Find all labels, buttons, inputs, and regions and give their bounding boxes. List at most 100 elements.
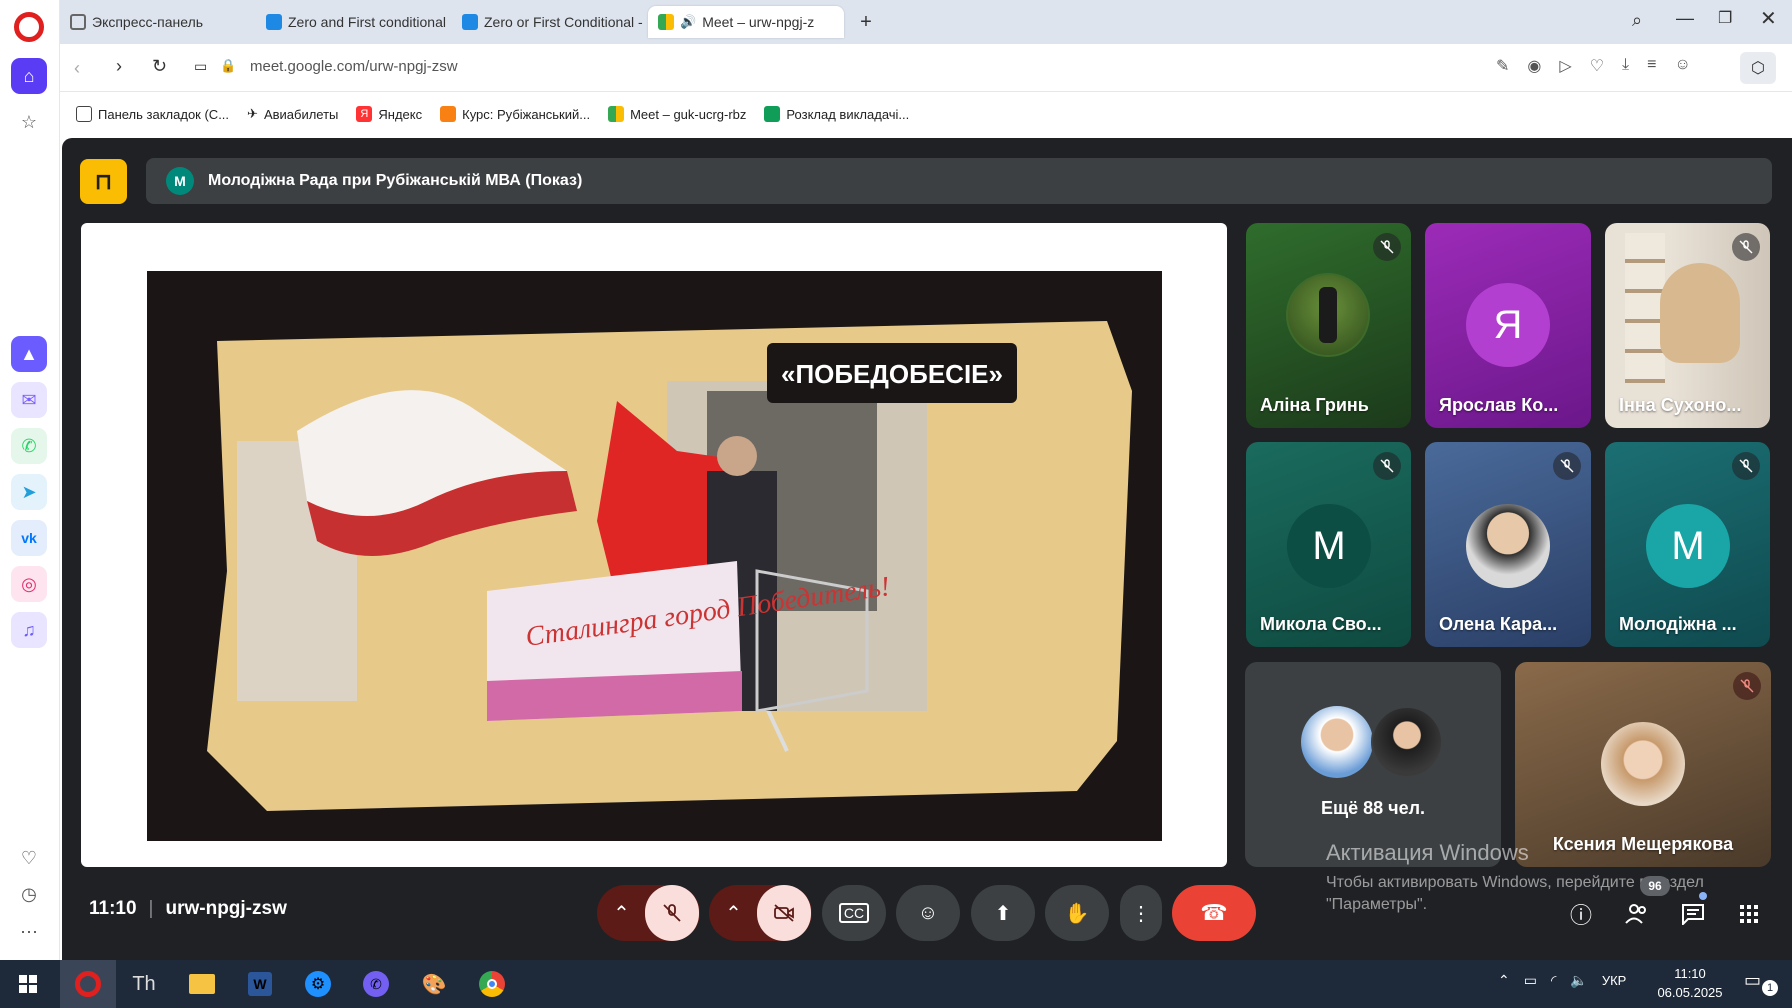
bookmark-label: Панель закладок (С...: [98, 106, 230, 122]
bookmark-course[interactable]: Курс: Рубіжанський...: [440, 106, 590, 122]
participant-tile-mykola[interactable]: М Микола Сво...: [1246, 442, 1411, 647]
wifi-icon[interactable]: ◜: [1551, 972, 1556, 989]
instagram-icon[interactable]: ◎: [11, 566, 47, 602]
search-tabs-icon[interactable]: ⌕: [1632, 10, 1642, 31]
camera-control: ⌃: [709, 885, 812, 941]
more-participants-tile[interactable]: Ещё 88 чел.: [1245, 662, 1501, 867]
reload-button[interactable]: ↻: [152, 56, 167, 77]
heart-icon[interactable]: ♡: [11, 840, 47, 876]
new-tab-button[interactable]: +: [856, 12, 876, 32]
opera-taskbar-icon[interactable]: [60, 960, 116, 1008]
meeting-info: 11:10 | urw-npgj-zsw: [89, 898, 287, 920]
history-icon[interactable]: ◷: [11, 876, 47, 912]
heart-icon[interactable]: ♡: [1590, 56, 1604, 76]
divider: |: [148, 898, 154, 919]
mic-off-button[interactable]: [644, 885, 699, 941]
participant-avatar: [1466, 504, 1550, 588]
aria-icon[interactable]: ▲: [11, 336, 47, 372]
thonny-icon[interactable]: Th: [120, 960, 168, 1008]
raise-hand-button[interactable]: ✋: [1045, 885, 1109, 941]
telegram-icon[interactable]: ➤: [11, 474, 47, 510]
forward-button[interactable]: ›: [116, 56, 122, 77]
tab-meet[interactable]: 🔊 Meet – urw-npgj-z: [648, 6, 844, 38]
bookmark-aviabilety[interactable]: ✈ Авиабилеты: [247, 106, 338, 122]
participant-tile-inna[interactable]: Інна Сухоно...: [1605, 223, 1770, 428]
volume-icon[interactable]: 🔈: [1570, 972, 1587, 989]
vk-icon[interactable]: vk: [11, 520, 47, 556]
mic-off-icon: [1373, 452, 1401, 480]
easy-setup-icon[interactable]: ≡: [1647, 56, 1656, 76]
bookmark-yandex[interactable]: Я Яндекс: [356, 106, 422, 122]
star-icon[interactable]: ☆: [11, 104, 47, 140]
watermark-title: Активация Windows: [1326, 840, 1529, 865]
emoji-button[interactable]: ☺: [896, 885, 960, 941]
mic-options-chevron-icon[interactable]: ⌃: [599, 901, 645, 926]
captions-button[interactable]: CC: [822, 885, 886, 941]
present-button[interactable]: ⬆: [971, 885, 1035, 941]
back-button[interactable]: ‹: [74, 58, 80, 79]
meeting-details-icon[interactable]: ⓘ: [1565, 898, 1597, 930]
whatsapp-icon[interactable]: ✆: [11, 428, 47, 464]
participant-name: Молодіжна ...: [1619, 614, 1737, 634]
language-indicator[interactable]: УКР: [1602, 973, 1627, 988]
tab-zero-first-2[interactable]: Zero or First Conditional -: [452, 6, 644, 38]
messenger-icon[interactable]: ✉: [11, 382, 47, 418]
leave-call-button[interactable]: ☎: [1172, 885, 1256, 941]
paint-icon[interactable]: 🎨: [410, 960, 458, 1008]
viber-icon[interactable]: ✆: [352, 960, 400, 1008]
profile-icon[interactable]: ☺: [1674, 56, 1690, 76]
edit-icon[interactable]: ✎: [1496, 56, 1509, 76]
participant-tile-yaroslav[interactable]: Я Ярослав Ко...: [1425, 223, 1591, 428]
taskbar-clock[interactable]: 11:10 06.05.2025: [1650, 964, 1730, 1002]
people-icon[interactable]: [1621, 898, 1653, 930]
extensions-icon[interactable]: ⬡: [1740, 52, 1776, 84]
viber-shape: ✆: [363, 971, 389, 997]
bookmark-folder[interactable]: Панель закладок (С...: [76, 106, 229, 122]
more-options-button[interactable]: ⋮: [1120, 885, 1162, 941]
participant-tile-ksenia[interactable]: Ксения Мещерякова: [1515, 662, 1771, 867]
leave-presentation-icon[interactable]: ⊓: [80, 159, 127, 204]
battery-icon[interactable]: ▭: [1524, 972, 1537, 989]
chrome-icon[interactable]: [468, 960, 516, 1008]
chat-icon[interactable]: [1677, 898, 1709, 930]
music-player-icon[interactable]: ♫: [11, 612, 47, 648]
participant-tile-olena[interactable]: Олена Кара...: [1425, 442, 1591, 647]
maximize-button[interactable]: ❐: [1718, 8, 1732, 28]
shared-video: «ПОБЕДОБЕСІЕ» Сталингра город Победитель…: [147, 271, 1162, 841]
presentation-stage: «ПОБЕДОБЕСІЕ» Сталингра город Победитель…: [81, 223, 1227, 867]
send-icon[interactable]: ▷: [1559, 56, 1571, 76]
chrome-shape: [479, 971, 505, 997]
close-window-button[interactable]: ✕: [1760, 6, 1777, 31]
more-icon[interactable]: ⋯: [11, 914, 47, 950]
tray-expand-icon[interactable]: ⌃: [1498, 972, 1510, 989]
participant-tile-molodizhna[interactable]: М Молодіжна ...: [1605, 442, 1770, 647]
camera-off-button[interactable]: [756, 885, 811, 941]
present-screen-icon: ⬆: [994, 902, 1012, 925]
download-icon[interactable]: ⤓: [1622, 56, 1629, 76]
word-icon[interactable]: W: [236, 960, 284, 1008]
camera-options-chevron-icon[interactable]: ⌃: [711, 901, 757, 926]
activities-icon[interactable]: [1733, 898, 1765, 930]
camera-permission-icon[interactable]: ▭: [194, 58, 207, 75]
home-icon[interactable]: ⌂: [11, 58, 47, 94]
file-explorer-icon[interactable]: [178, 960, 226, 1008]
bookmark-label: Курс: Рубіжанський...: [462, 106, 591, 122]
bookmark-meet[interactable]: Meet – guk-ucrg-rbz: [608, 106, 746, 122]
snapshot-icon[interactable]: ◉: [1527, 56, 1541, 76]
tab-express-panel[interactable]: Экспресс-панель: [60, 6, 252, 38]
mic-off-icon: [1733, 672, 1761, 700]
url-field[interactable]: meet.google.com/urw-npgj-zsw: [250, 58, 458, 75]
meet-icon: [658, 14, 674, 30]
bookmark-label: Авиабилеты: [263, 106, 339, 122]
bookmark-schedule[interactable]: Розклад викладачі...: [764, 106, 909, 122]
participant-tile-alina[interactable]: Аліна Гринь: [1246, 223, 1411, 428]
bookshelf-image: [1625, 233, 1665, 383]
participant-avatar: [1371, 706, 1443, 778]
notification-center-icon[interactable]: ▭ 1: [1744, 970, 1784, 998]
minimize-button[interactable]: —: [1676, 8, 1694, 29]
windows-start-icon[interactable]: [4, 960, 52, 1008]
lock-icon[interactable]: 🔒: [220, 58, 236, 74]
opera-logo-icon[interactable]: [14, 12, 44, 42]
tab-zero-first-1[interactable]: Zero and First conditional: [256, 6, 448, 38]
settings-app-icon[interactable]: ⚙: [294, 960, 342, 1008]
